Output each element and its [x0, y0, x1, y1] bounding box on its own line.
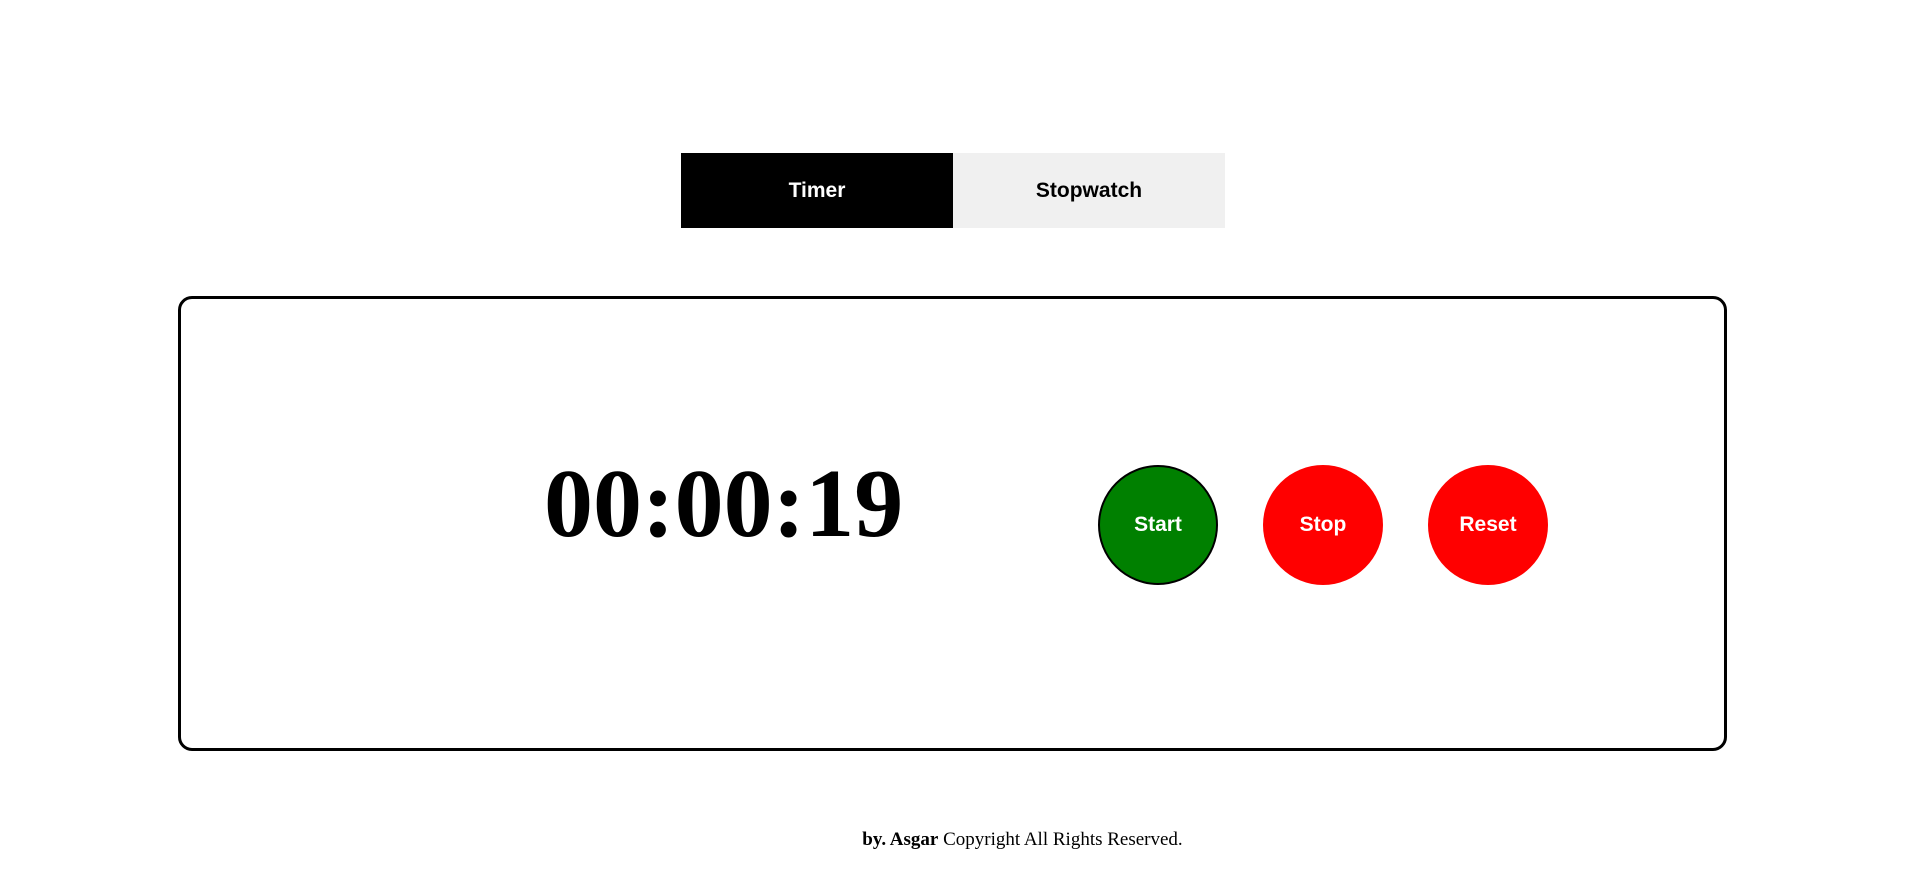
mode-tabs: Timer Stopwatch [681, 153, 1225, 228]
tab-timer[interactable]: Timer [681, 153, 953, 228]
footer-author: by. Asgar [862, 829, 939, 850]
time-display: 00:00:19 [544, 450, 904, 558]
footer-copyright: Copyright All Rights Reserved. [943, 829, 1183, 850]
stop-button[interactable]: Stop [1263, 465, 1383, 585]
start-button[interactable]: Start [1098, 465, 1218, 585]
footer: by. Asgar Copyright All Rights Reserved. [0, 829, 1908, 851]
timer-panel: 00:00:19 Start Stop Reset [178, 296, 1727, 751]
reset-button[interactable]: Reset [1428, 465, 1548, 585]
tab-stopwatch[interactable]: Stopwatch [953, 153, 1225, 228]
